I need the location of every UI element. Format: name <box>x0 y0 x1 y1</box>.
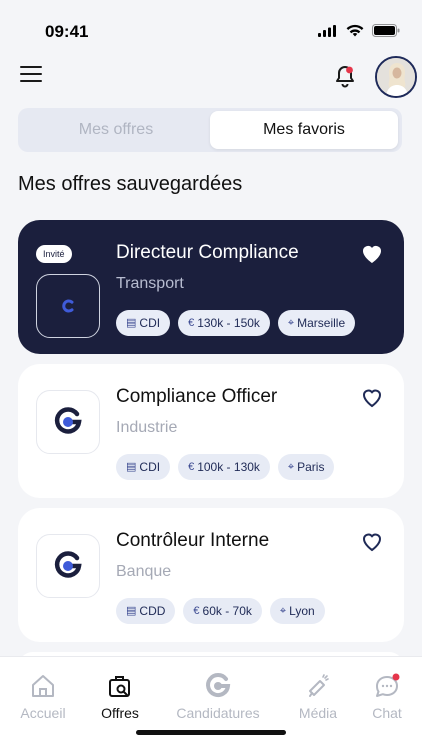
nav-item-candidatures[interactable]: Candidatures <box>160 671 276 721</box>
euro-icon: € <box>193 605 200 617</box>
location-tag: ⌖ Lyon <box>269 598 325 624</box>
location-pin-icon: ⌖ <box>279 605 287 617</box>
job-tags: ▤ CDI €130k - 150k ⌖ Marseille <box>116 310 356 336</box>
location-pin-icon: ⌖ <box>287 461 295 473</box>
tab-mes-favoris[interactable]: Mes favoris <box>210 111 398 149</box>
contract-icon: ▤ <box>126 317 137 329</box>
chat-bubble-icon <box>376 673 400 697</box>
job-card-compliance-officer[interactable]: Compliance Officer Industrie ▤ CDI €100k … <box>18 364 404 498</box>
contract-tag: ▤ CDI <box>116 454 171 480</box>
job-card-directeur-compliance[interactable]: Invité Directeur Compliance Transport ▤ C… <box>18 220 404 354</box>
company-logo <box>36 390 100 454</box>
location-tag: ⌖ Paris <box>277 454 335 480</box>
contract-icon: ▤ <box>126 461 137 473</box>
home-indicator <box>136 730 286 735</box>
nav-label: Accueil <box>20 705 66 721</box>
home-icon <box>32 675 54 697</box>
job-title: Compliance Officer <box>116 386 278 407</box>
salary-tag: €60k - 70k <box>183 598 262 624</box>
favorite-heart-filled-icon[interactable] <box>360 242 384 264</box>
company-logo-icon <box>62 299 74 313</box>
favorite-heart-outline-icon[interactable] <box>360 386 384 408</box>
company-logo <box>36 534 100 598</box>
status-bar: 09:41 <box>0 0 422 60</box>
job-title: Directeur Compliance <box>116 242 299 263</box>
favorite-heart-outline-icon[interactable] <box>360 530 384 552</box>
nav-item-offres[interactable]: Offres <box>78 671 162 721</box>
contract-tag: ▤ CDD <box>116 598 176 624</box>
company-logo-icon <box>54 407 82 434</box>
wifi-icon <box>346 24 364 37</box>
location-tag: ⌖ Marseille <box>277 310 356 336</box>
job-sector: Banque <box>116 563 172 580</box>
invited-badge: Invité <box>36 245 72 263</box>
bottom-navigation: Accueil Offres Candidatures Média Chat <box>0 656 422 751</box>
megaphone-icon <box>309 674 329 697</box>
company-logo-icon <box>54 551 82 578</box>
menu-icon[interactable] <box>20 66 42 84</box>
app-header <box>0 52 422 102</box>
nav-item-chat[interactable]: Chat <box>345 671 422 721</box>
notification-bell-icon[interactable] <box>333 64 357 90</box>
job-sector: Industrie <box>116 419 178 436</box>
salary-tag: €130k - 150k <box>178 310 270 336</box>
nav-label: Chat <box>372 705 402 721</box>
contract-icon: ▤ <box>126 605 137 617</box>
status-time: 09:41 <box>45 22 89 41</box>
job-title: Contrôleur Interne <box>116 530 270 551</box>
salary-tag: €100k - 130k <box>178 454 270 480</box>
job-tags: ▤ CDD €60k - 70k ⌖ Lyon <box>116 598 325 624</box>
job-sector: Transport <box>116 275 184 292</box>
offers-tab-switcher: Mes offres Mes favoris <box>18 108 402 152</box>
euro-icon: € <box>188 317 195 329</box>
avatar[interactable] <box>375 56 417 98</box>
signal-icon <box>318 24 336 37</box>
nav-item-accueil[interactable]: Accueil <box>1 671 85 721</box>
location-pin-icon: ⌖ <box>287 317 295 329</box>
euro-icon: € <box>188 461 195 473</box>
job-tags: ▤ CDI €100k - 130k ⌖ Paris <box>116 454 335 480</box>
nav-label: Candidatures <box>176 705 260 721</box>
job-card-controleur-interne[interactable]: Contrôleur Interne Banque ▤ CDD €60k - 70… <box>18 508 404 642</box>
status-icons <box>318 24 400 37</box>
logo-g-icon <box>206 673 231 698</box>
battery-icon <box>372 24 400 37</box>
tab-mes-offres[interactable]: Mes offres <box>21 111 211 149</box>
company-logo <box>36 274 100 338</box>
contract-tag: ▤ CDI <box>116 310 171 336</box>
briefcase-search-icon <box>109 676 130 697</box>
page-title: Mes offres sauvegardées <box>18 173 243 195</box>
nav-label: Offres <box>101 705 139 721</box>
